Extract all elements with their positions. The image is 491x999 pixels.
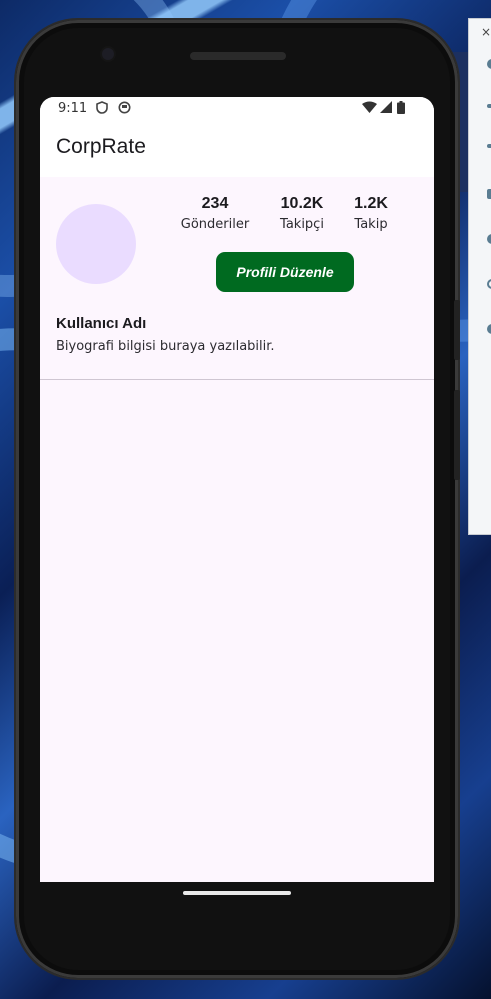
screenshot-icon[interactable] <box>487 279 491 289</box>
shield-icon <box>96 101 108 117</box>
volume-button <box>454 390 460 480</box>
stat-posts-label: Gönderiler <box>180 217 250 232</box>
front-camera <box>102 48 114 60</box>
stat-followers-label: Takipçi <box>280 217 324 232</box>
divider <box>40 379 434 380</box>
avatar[interactable] <box>56 204 136 284</box>
stat-following[interactable]: 1.2K Takip <box>346 195 396 232</box>
app-title: CorpRate <box>56 135 146 158</box>
status-time: 9:11 <box>58 101 88 116</box>
earpiece-speaker <box>190 52 286 60</box>
phone-frame: 9:11 CorpRate 234 Gönderiler 10.2K Takip… <box>16 20 460 978</box>
power-button <box>454 300 460 360</box>
power-icon[interactable] <box>487 59 491 69</box>
edit-profile-button[interactable]: Profili Düzenle <box>216 252 354 292</box>
emulator-side-panel: × <box>468 18 491 535</box>
volume-down-icon[interactable] <box>487 144 491 148</box>
rotate-icon[interactable] <box>487 189 491 199</box>
circle-app-icon <box>118 101 131 117</box>
device-screen: 9:11 CorpRate 234 Gönderiler 10.2K Takip… <box>40 97 434 882</box>
stat-posts[interactable]: 234 Gönderiler <box>180 195 250 232</box>
app-bar: CorpRate <box>40 121 434 177</box>
stat-posts-value: 234 <box>201 195 229 212</box>
zoom-icon[interactable] <box>487 324 491 334</box>
stat-followers[interactable]: 10.2K Takipçi <box>270 195 334 232</box>
volume-up-icon[interactable] <box>487 104 491 108</box>
status-bar: 9:11 <box>40 97 434 121</box>
cellular-signal-icon <box>380 101 392 116</box>
rotate-right-icon[interactable] <box>487 234 491 244</box>
bio-text: Biyografi bilgisi buraya yazılabilir. <box>56 339 275 354</box>
stat-following-label: Takip <box>354 217 388 232</box>
wifi-icon <box>362 101 377 116</box>
stat-following-value: 1.2K <box>354 195 388 212</box>
battery-icon <box>397 101 405 117</box>
home-indicator[interactable] <box>183 891 291 895</box>
close-icon[interactable]: × <box>481 25 491 39</box>
stat-followers-value: 10.2K <box>280 195 324 212</box>
username: Kullanıcı Adı <box>56 315 147 332</box>
